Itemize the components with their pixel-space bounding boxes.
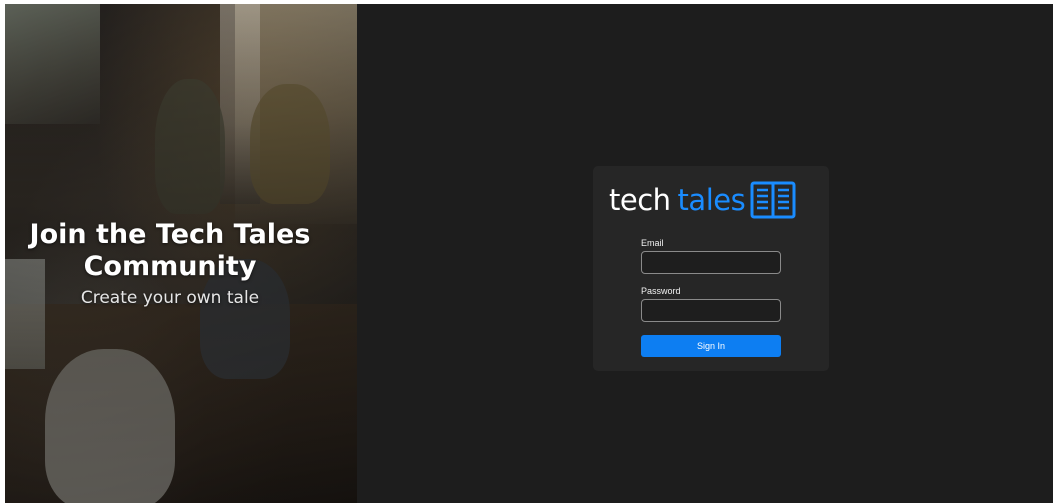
email-field[interactable] [641, 251, 781, 274]
email-label: Email [641, 238, 664, 248]
logo-text-tales: tales [677, 183, 746, 217]
open-book-icon [750, 181, 796, 219]
hero-panel: Join the Tech Tales Community Create you… [5, 4, 357, 503]
logo-text-tech: tech [609, 183, 671, 217]
hero-subtitle: Create your own tale [80, 288, 260, 308]
hero-title: Join the Tech Tales Community [29, 219, 311, 282]
password-label: Password [641, 286, 681, 296]
logo: tech tales [609, 180, 796, 220]
login-card: tech tales Email Password Sign In [593, 166, 829, 371]
sign-in-button[interactable]: Sign In [641, 335, 781, 357]
password-field[interactable] [641, 299, 781, 322]
hero-text: Join the Tech Tales Community Create you… [5, 219, 335, 308]
main-area: tech tales Email Password Sign In [357, 4, 1053, 503]
app-frame: Join the Tech Tales Community Create you… [5, 4, 1053, 503]
